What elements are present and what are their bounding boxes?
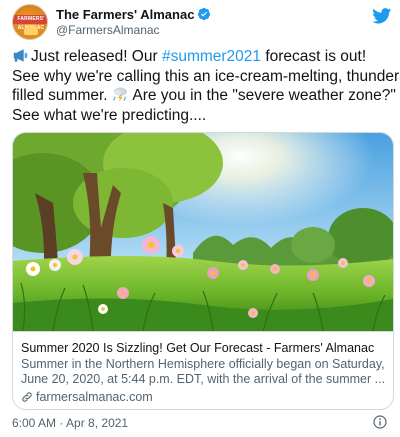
tweet-timestamp[interactable]: 6:00 AM · Apr 8, 2021	[12, 416, 128, 430]
link-preview-card[interactable]: Summer 2020 Is Sizzling! Get Our Forecas…	[12, 132, 394, 410]
megaphone-icon	[13, 49, 28, 62]
tweet-date: Apr 8, 2021	[66, 416, 129, 430]
card-title[interactable]: Summer 2020 Is Sizzling! Get Our Forecas…	[21, 340, 385, 356]
author-handle[interactable]: @FarmersAlmanac	[56, 23, 160, 37]
tweet-text-segment: Just released! Our	[31, 48, 162, 65]
timestamp-separator: ·	[56, 416, 67, 430]
tweet-container: FARMERS' ALMANAC The Farmers' Almanac @F…	[0, 0, 400, 437]
card-description-line: June 20, 2020, at 5:44 p.m. EDT, with th…	[21, 372, 385, 386]
meadow-photo	[13, 133, 393, 331]
tweet-text-segment: Are you in the "severe weather zone?"	[128, 87, 396, 104]
tweet-text-line-2: See why we're calling this an ice-cream-…	[12, 67, 400, 85]
author-name-row: The Farmers' Almanac	[56, 6, 211, 22]
card-body[interactable]: Summer 2020 Is Sizzling! Get Our Forecas…	[13, 331, 393, 409]
info-icon[interactable]	[372, 414, 388, 430]
tweet-text-segment: filled summer.	[12, 87, 112, 104]
twitter-bird-icon[interactable]	[372, 8, 392, 24]
card-description: Summer in the Northern Hemisphere offici…	[21, 357, 385, 387]
verified-badge-icon	[198, 7, 211, 21]
tweet-text-line-3: filled summer. Are you in the "severe we…	[12, 86, 396, 106]
tweet-text: Just released! Our #summer2021 forecast …	[12, 47, 400, 125]
card-image[interactable]	[13, 133, 393, 331]
tweet-text-segment: forecast is out!	[261, 48, 367, 65]
card-domain[interactable]: farmersalmanac.com	[21, 390, 385, 404]
card-domain-text: farmersalmanac.com	[36, 390, 153, 404]
tweet-time: 6:00 AM	[12, 416, 57, 430]
thunderstorm-icon	[113, 87, 127, 102]
avatar-sun-icon	[24, 25, 38, 35]
card-description-line: Summer in the Northern Hemisphere offici…	[21, 357, 385, 371]
tweet-text-line-4: See what we're predicting....	[12, 106, 207, 124]
author-display-name[interactable]: The Farmers' Almanac	[56, 7, 194, 22]
avatar[interactable]: FARMERS' ALMANAC	[12, 4, 48, 40]
tweet-text-line-1: Just released! Our #summer2021 forecast …	[12, 47, 396, 67]
hashtag-link[interactable]: #summer2021	[162, 48, 261, 65]
link-icon	[22, 392, 32, 402]
